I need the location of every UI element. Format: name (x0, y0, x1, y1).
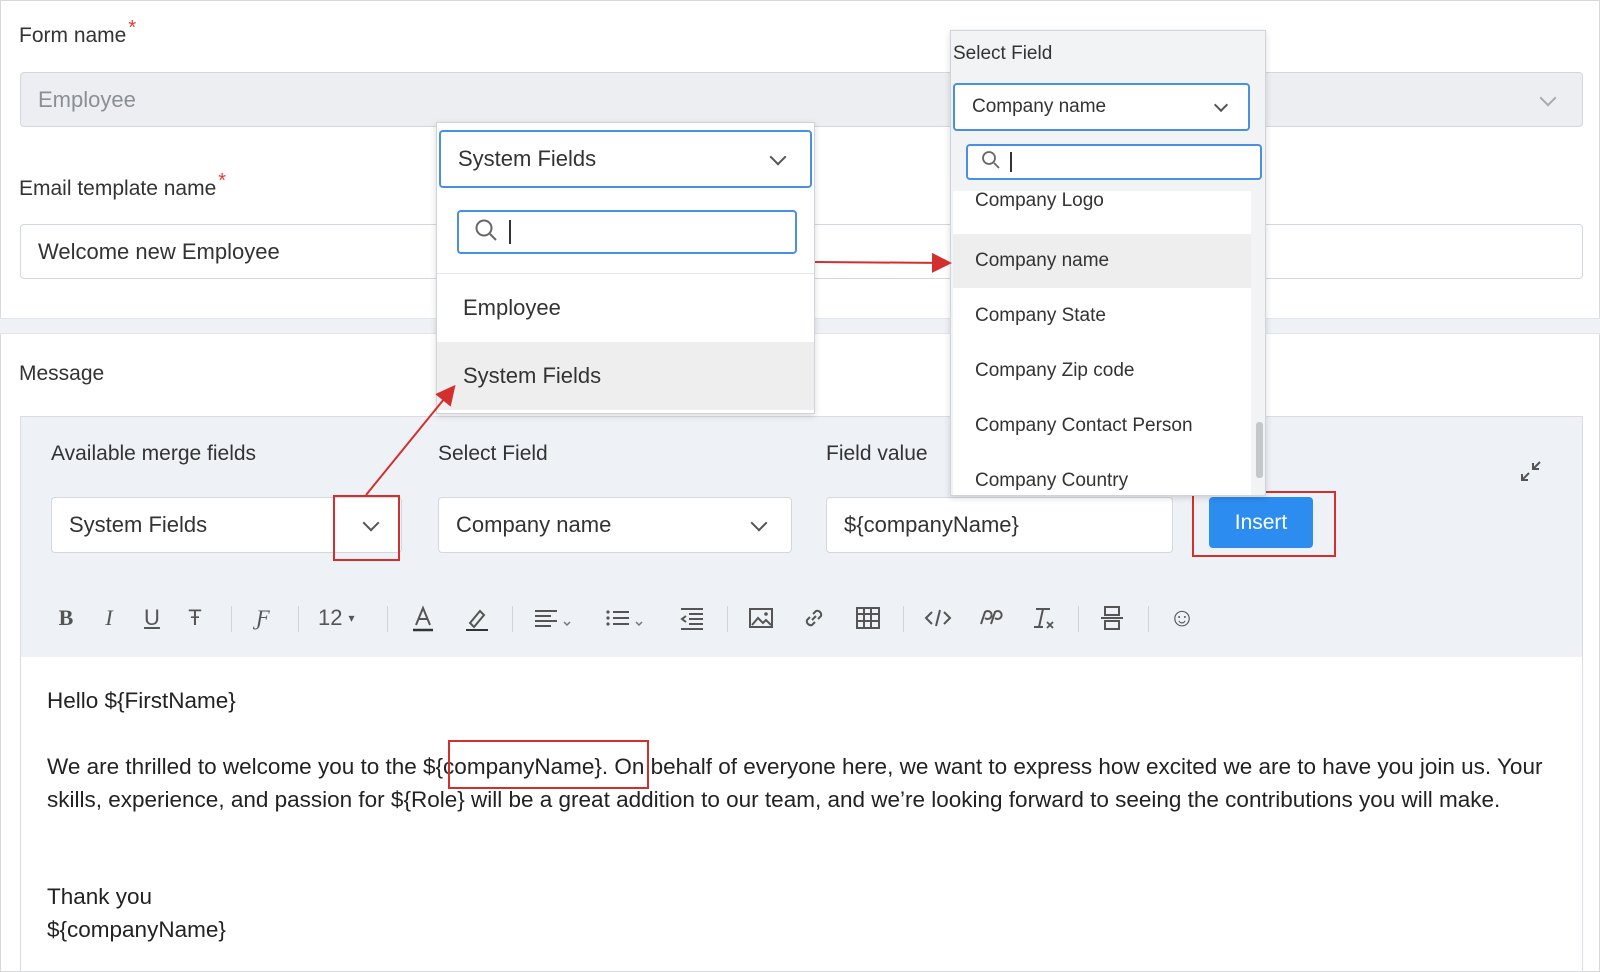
arrow-to-system-fields (365, 384, 456, 496)
arrow-to-company-name (814, 252, 952, 273)
annotation-arrows (365, 252, 952, 496)
